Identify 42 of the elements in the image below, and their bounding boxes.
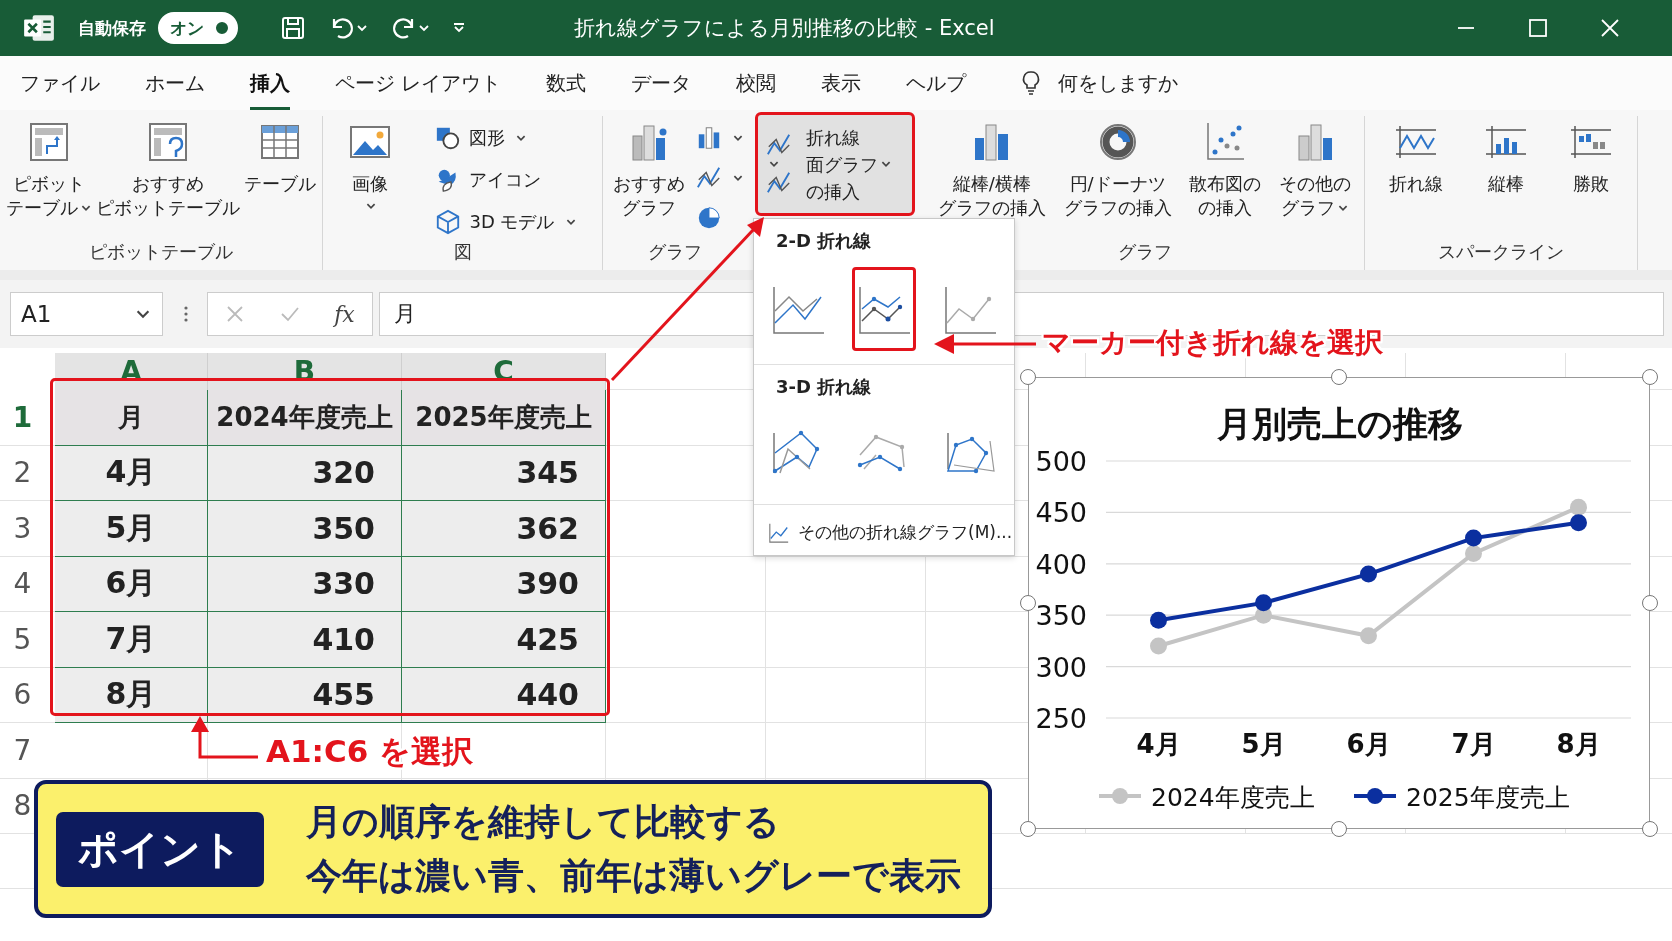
- axis-label: 7月: [1451, 729, 1496, 759]
- tip-badge: ポイント: [56, 811, 264, 887]
- autosave-label: 自動保存: [78, 16, 146, 40]
- tip-text: 今年は濃い青、前年は薄いグレーで表示: [306, 854, 961, 898]
- legend-label: 2024年度売上: [1151, 783, 1315, 812]
- group-label: ピボットテーブル: [89, 240, 233, 264]
- table-cell: 2025年度売上: [402, 390, 606, 446]
- group-label: 図: [453, 240, 472, 264]
- axis-label: 500: [1035, 446, 1087, 477]
- window-title: 折れ線グラフによる月別推移の比較 - Excel: [574, 15, 996, 42]
- axis-label: 350: [1035, 600, 1087, 632]
- table-cell: 320: [208, 445, 402, 501]
- menu-section-title: 2-D 折れ線: [776, 229, 873, 253]
- axis-label: 250: [1035, 703, 1087, 734]
- annotation-text: A1:C6 を選択: [266, 732, 474, 771]
- table-cell: 362: [402, 501, 606, 557]
- table-cell: 350: [208, 501, 402, 557]
- table-cell: 410: [208, 612, 402, 668]
- axis-label: 300: [1035, 651, 1087, 683]
- axis-label: 5月: [1241, 729, 1286, 759]
- table-cell: 345: [402, 445, 606, 501]
- group-label: グラフ: [648, 240, 702, 264]
- table-cell: 月: [55, 390, 208, 446]
- group-label: スパークライン: [1438, 240, 1564, 264]
- axis-label: 400: [1035, 548, 1087, 580]
- axis-label: 450: [1035, 497, 1087, 529]
- table-cell: 425: [402, 612, 606, 668]
- group-label: グラフ: [1117, 240, 1172, 264]
- table-cell: 2024年度売上: [208, 390, 402, 446]
- axis-label: 6月: [1346, 729, 1391, 759]
- legend-label: 2025年度売上: [1406, 783, 1570, 812]
- tip-text: 月の順序を維持して比較する: [306, 800, 781, 844]
- table-cell: 5月: [55, 501, 208, 557]
- menu-section-title: 3-D 折れ線: [776, 375, 873, 399]
- table-cell: 390: [402, 556, 606, 612]
- table-cell: 330: [208, 556, 402, 612]
- axis-label: 4月: [1136, 729, 1181, 759]
- chart-title: 月別売上の推移: [1217, 404, 1463, 444]
- table-cell: 7月: [55, 612, 208, 668]
- table-cell: 4月: [55, 445, 208, 501]
- table-cell: 6月: [55, 556, 208, 612]
- axis-label: 8月: [1556, 729, 1601, 759]
